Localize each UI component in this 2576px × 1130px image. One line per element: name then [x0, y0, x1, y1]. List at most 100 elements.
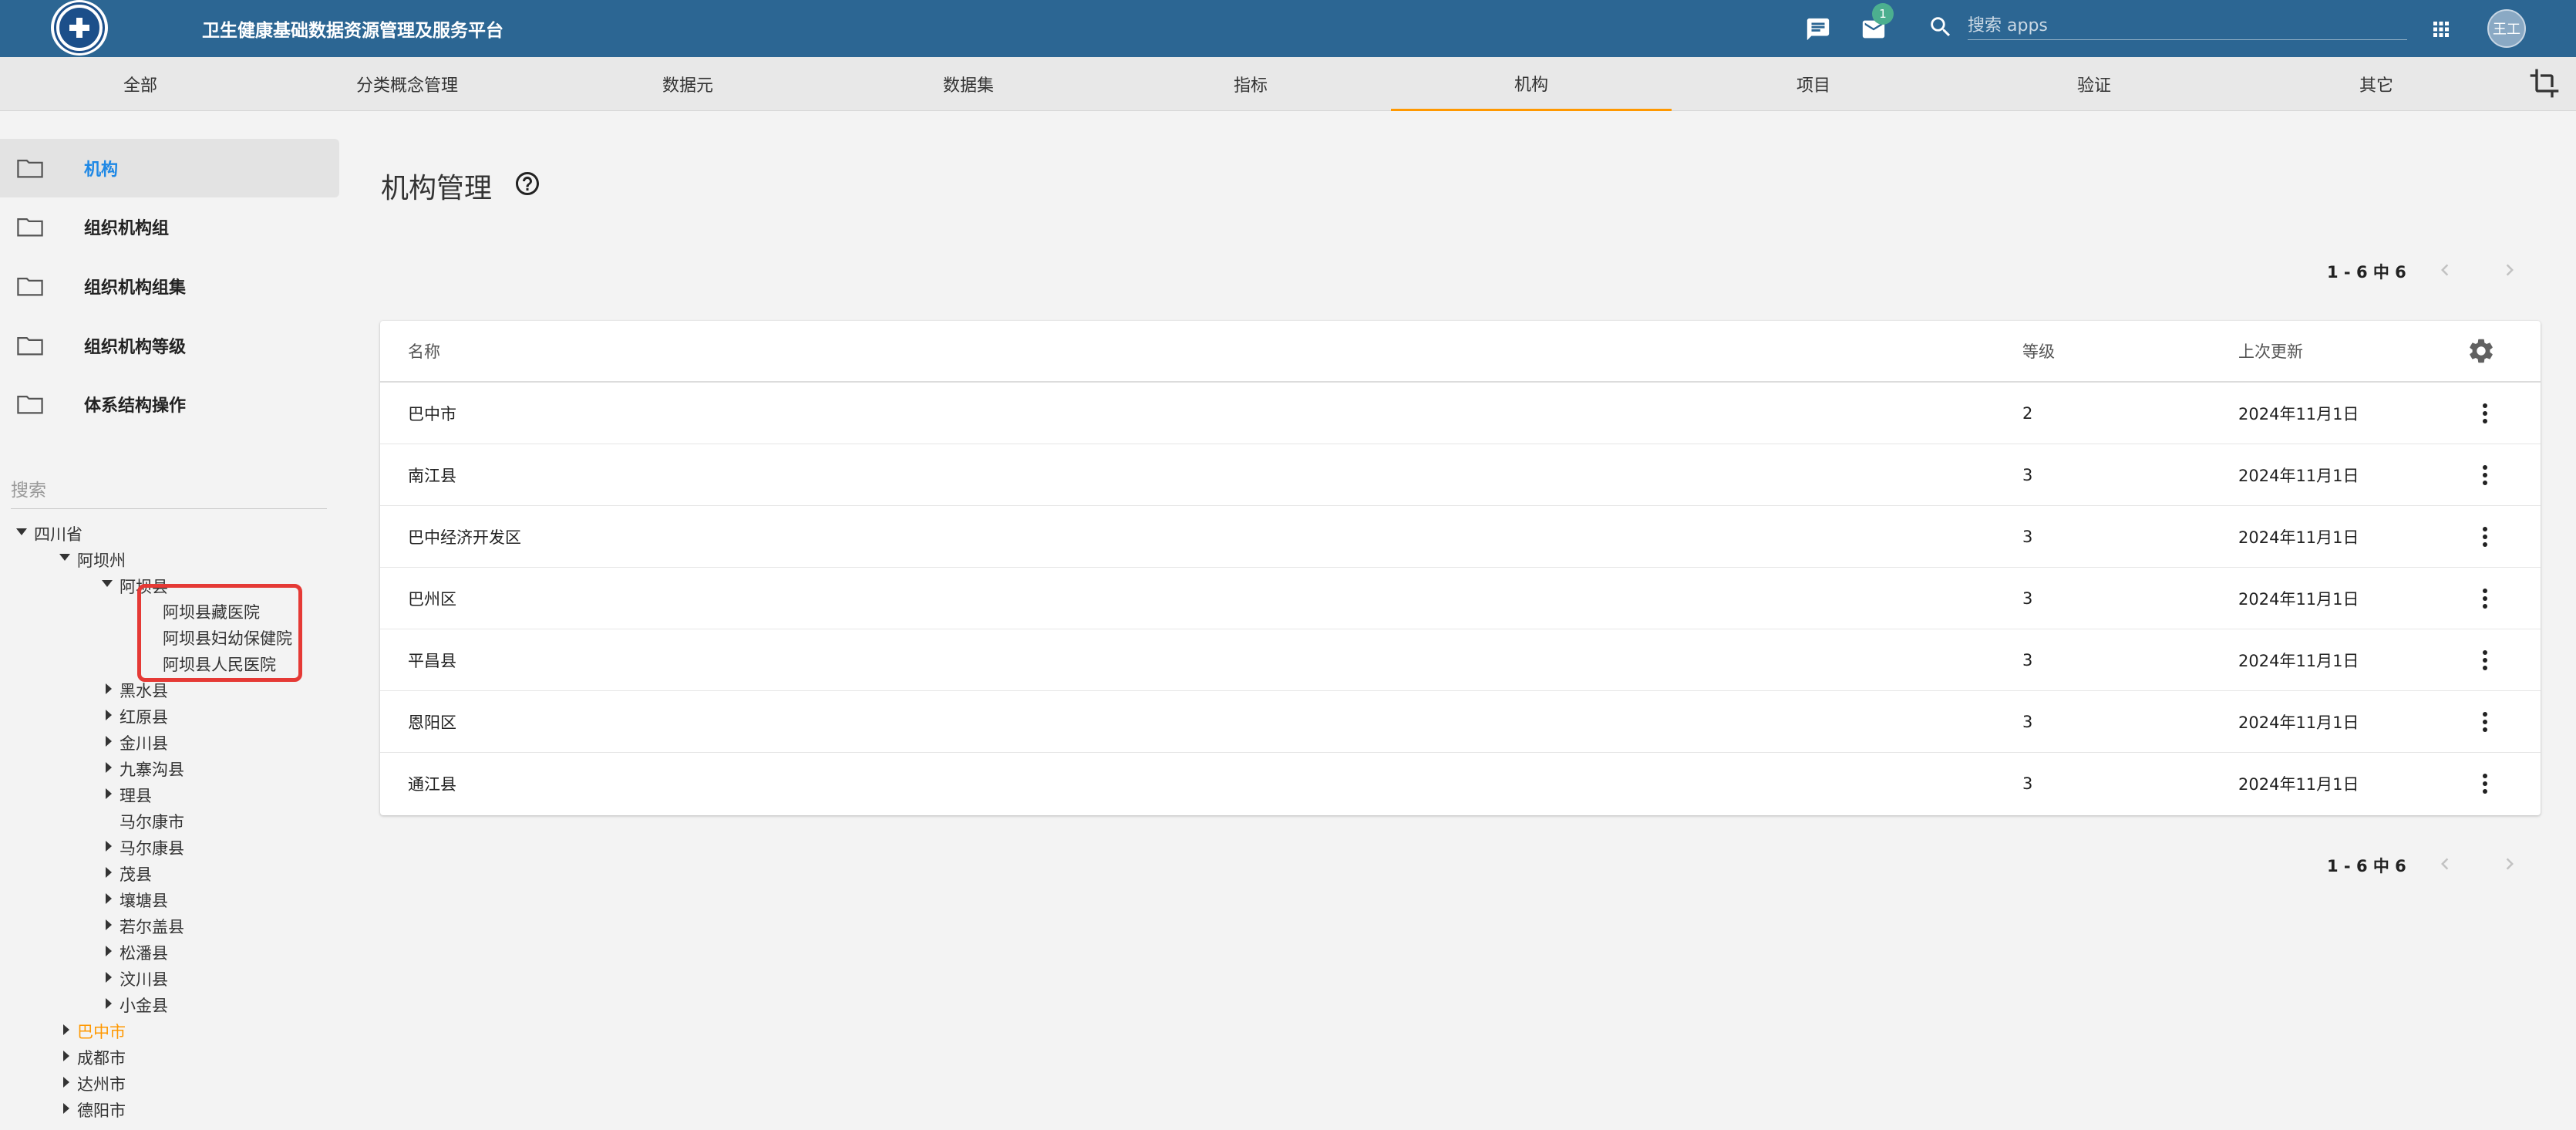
cell-level: 3 — [2022, 466, 2033, 484]
app-logo[interactable] — [51, 0, 108, 56]
tree-node-county[interactable]: 若尔盖县 — [120, 915, 184, 938]
table-row[interactable]: 南江县 3 2024年11月1日 — [380, 444, 2541, 506]
tab-indicators[interactable]: 指标 — [1110, 57, 1391, 111]
tree-node-county[interactable]: 金川县 — [120, 731, 168, 754]
tree-node-county[interactable]: 小金县 — [120, 993, 168, 1017]
caret-down-icon[interactable] — [102, 580, 113, 587]
tree-node-city[interactable]: 成都市 — [77, 1046, 126, 1069]
caret-right-icon[interactable] — [106, 736, 112, 747]
caret-right-icon[interactable] — [106, 998, 112, 1009]
sidebar-item-org-group-sets[interactable]: 组织机构组集 — [0, 257, 339, 315]
chevron-left-icon[interactable] — [2433, 852, 2456, 875]
table-row[interactable]: 巴中经济开发区 3 2024年11月1日 — [380, 506, 2541, 568]
cell-name: 南江县 — [408, 467, 456, 485]
tab-programs[interactable]: 项目 — [1673, 57, 1954, 111]
tree-node-county[interactable]: 黑水县 — [120, 679, 168, 702]
caret-right-icon[interactable] — [106, 919, 112, 930]
chat-icon[interactable] — [1803, 14, 1834, 45]
tree-node-county[interactable]: 汶川县 — [120, 967, 168, 990]
caret-down-icon[interactable] — [59, 554, 70, 561]
caret-right-icon[interactable] — [106, 683, 112, 694]
caret-right-icon[interactable] — [106, 762, 112, 773]
tab-data-elements[interactable]: 数据元 — [547, 57, 828, 111]
pagination-info: 1 - 6 中 6 — [2327, 263, 2406, 282]
tree-node-sichuan[interactable]: 四川省 — [34, 522, 82, 545]
table-row[interactable]: 通江县 3 2024年11月1日 — [380, 753, 2541, 815]
crop-icon[interactable] — [2529, 68, 2560, 99]
table-row[interactable]: 平昌县 3 2024年11月1日 — [380, 629, 2541, 691]
sidebar-item-hierarchy-operations[interactable]: 体系结构操作 — [0, 375, 339, 433]
folder-icon — [17, 277, 43, 296]
more-vert-icon[interactable] — [2471, 461, 2499, 489]
tree-node-county[interactable]: 理县 — [120, 784, 152, 807]
caret-right-icon[interactable] — [106, 710, 112, 720]
more-vert-icon[interactable] — [2471, 523, 2499, 551]
table-row[interactable]: 巴中市 2 2024年11月1日 — [380, 383, 2541, 444]
cell-level: 3 — [2022, 589, 2033, 608]
caret-right-icon[interactable] — [63, 1051, 69, 1061]
cell-level: 3 — [2022, 713, 2033, 731]
column-header-level[interactable]: 等级 — [2022, 321, 2055, 381]
tab-organisations[interactable]: 机构 — [1391, 57, 1672, 111]
cell-updated: 2024年11月1日 — [2238, 652, 2359, 670]
help-icon[interactable] — [514, 170, 541, 197]
caret-right-icon[interactable] — [63, 1024, 69, 1035]
more-vert-icon[interactable] — [2471, 708, 2499, 736]
user-avatar[interactable]: 王工 — [2487, 9, 2526, 48]
sidebar-item-label: 组织机构组 — [84, 219, 170, 238]
tab-all[interactable]: 全部 — [0, 57, 281, 111]
tree-node-county[interactable]: 松潘县 — [120, 941, 168, 964]
tree-node-bazhong[interactable]: 巴中市 — [77, 1020, 126, 1043]
column-header-name[interactable]: 名称 — [408, 321, 440, 381]
tab-category-concepts[interactable]: 分类概念管理 — [267, 57, 547, 111]
caret-right-icon[interactable] — [63, 1103, 69, 1114]
folder-icon — [17, 395, 43, 414]
caret-right-icon[interactable] — [106, 893, 112, 904]
tree-node-aba-prefecture[interactable]: 阿坝州 — [77, 548, 126, 572]
caret-right-icon[interactable] — [106, 788, 112, 799]
more-vert-icon[interactable] — [2471, 770, 2499, 798]
caret-right-icon[interactable] — [63, 1077, 69, 1088]
caret-right-icon[interactable] — [106, 841, 112, 852]
tree-node-city[interactable]: 达州市 — [77, 1072, 126, 1095]
gear-icon[interactable] — [2467, 336, 2496, 366]
caret-right-icon[interactable] — [106, 946, 112, 956]
table-row[interactable]: 恩阳区 3 2024年11月1日 — [380, 691, 2541, 753]
tree-node-county[interactable]: 马尔康市 — [120, 810, 184, 833]
tab-datasets[interactable]: 数据集 — [828, 57, 1109, 111]
app-header: 卫生健康基础数据资源管理及服务平台 1 王工 — [0, 0, 2576, 57]
caret-right-icon[interactable] — [106, 867, 112, 878]
sidebar-item-org-levels[interactable]: 组织机构等级 — [0, 316, 339, 375]
more-vert-icon[interactable] — [2471, 400, 2499, 427]
cell-level: 2 — [2022, 404, 2033, 423]
cell-updated: 2024年11月1日 — [2238, 713, 2359, 732]
search-apps-input[interactable] — [1968, 12, 2407, 40]
chevron-right-icon[interactable] — [2498, 258, 2521, 282]
tree-node-county[interactable]: 九寨沟县 — [120, 757, 184, 781]
tree-node-county[interactable]: 茂县 — [120, 862, 152, 885]
tree-search-input[interactable] — [11, 472, 327, 509]
chevron-left-icon[interactable] — [2433, 258, 2456, 282]
cell-updated: 2024年11月1日 — [2238, 590, 2359, 609]
tree-node-county[interactable]: 马尔康县 — [120, 836, 184, 859]
table-row[interactable]: 巴州区 3 2024年11月1日 — [380, 568, 2541, 629]
tab-other[interactable]: 其它 — [2236, 57, 2517, 111]
mail-badge: 1 — [1872, 3, 1894, 25]
more-vert-icon[interactable] — [2471, 585, 2499, 612]
cell-level: 3 — [2022, 528, 2033, 546]
sidebar-item-org-groups[interactable]: 组织机构组 — [0, 197, 339, 256]
sidebar-item-organisations[interactable]: 机构 — [0, 139, 339, 197]
tree-node-county[interactable]: 壤塘县 — [120, 889, 168, 912]
caret-down-icon[interactable] — [16, 528, 27, 535]
tree-node-county[interactable]: 红原县 — [120, 705, 168, 728]
chevron-right-icon[interactable] — [2498, 852, 2521, 875]
folder-icon — [17, 159, 43, 178]
caret-right-icon[interactable] — [106, 972, 112, 983]
more-vert-icon[interactable] — [2471, 646, 2499, 674]
tab-validation[interactable]: 验证 — [1954, 57, 2234, 111]
column-header-updated[interactable]: 上次更新 — [2238, 321, 2303, 381]
apps-grid-icon[interactable] — [2426, 14, 2456, 45]
tree-node-city[interactable]: 德阳市 — [77, 1098, 126, 1122]
sidebar-item-label: 组织机构组集 — [84, 278, 187, 298]
sidebar-item-label: 组织机构等级 — [84, 338, 187, 357]
